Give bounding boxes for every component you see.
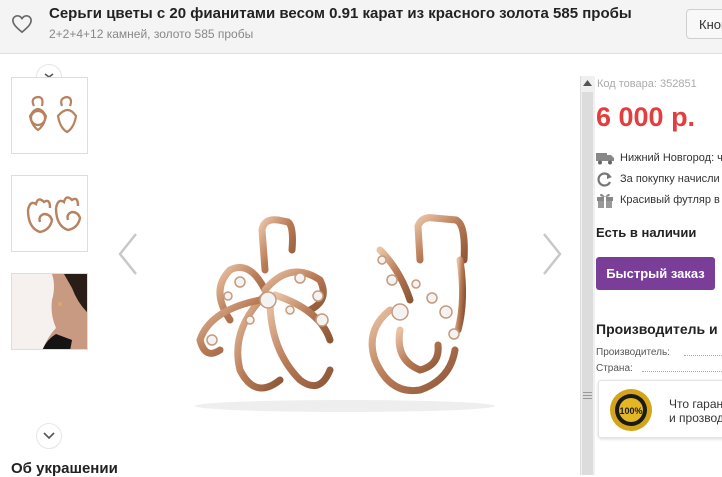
guarantee-line-2: и прозвод (669, 411, 722, 425)
product-main-image (195, 214, 495, 412)
thumbnails-down-button[interactable] (36, 423, 62, 449)
maker-label: Производитель: (596, 347, 670, 358)
guarantee-text: Что гаран и прозвод (669, 397, 722, 425)
product-price: 6 000 р. (596, 102, 696, 132)
guarantee-line-1: Что гаран (669, 397, 722, 411)
quick-order-button[interactable]: Быстрый заказ (596, 257, 715, 290)
chevron-right-icon[interactable] (540, 232, 564, 276)
about-jewelry-heading: Об украшении (11, 460, 118, 477)
guarantee-seal-icon: 100% (610, 389, 652, 431)
guarantee-card[interactable]: 100% Что гаран и прозвод (598, 380, 722, 438)
delivery-text: Нижний Новгород: ч (620, 152, 722, 164)
product-header: Серьги цветы с 20 фианитами весом 0.91 к… (0, 0, 722, 54)
scrollbar-grip (583, 392, 592, 401)
chevron-down-icon (43, 432, 55, 440)
scroll-up-icon[interactable] (582, 78, 593, 88)
bonus-text: За покупку начисли (620, 173, 720, 185)
product-sku: Код товара: 352851 (597, 78, 697, 90)
seal-text: 100% (619, 406, 642, 416)
gift-box-text: Красивый футляр в (620, 194, 720, 206)
thumbnail-3[interactable] (11, 273, 88, 350)
model-thumbnail-image (12, 274, 87, 349)
manufacturer-heading: Производитель и (596, 321, 718, 337)
header-action-button[interactable]: Кнопка (686, 9, 722, 39)
product-subtitle: 2+2+4+12 камней, золото 585 пробы (49, 27, 254, 41)
earrings-thumbnail-image (28, 95, 78, 134)
maker-dots (684, 355, 722, 356)
refresh-icon (597, 172, 612, 187)
scrollbar-thumb[interactable] (582, 92, 593, 475)
earrings-thumbnail-image (26, 196, 82, 234)
truck-icon (596, 153, 614, 165)
product-title: Серьги цветы с 20 фианитами весом 0.91 к… (49, 5, 632, 22)
availability-status: Есть в наличии (596, 225, 697, 240)
country-dots (642, 371, 722, 372)
heart-icon[interactable] (11, 14, 33, 34)
thumbnail-1[interactable] (11, 77, 88, 154)
thumbnail-2[interactable] (11, 175, 88, 252)
chevron-left-icon[interactable] (116, 232, 140, 276)
gift-icon (597, 193, 613, 208)
country-label: Страна: (596, 363, 633, 374)
